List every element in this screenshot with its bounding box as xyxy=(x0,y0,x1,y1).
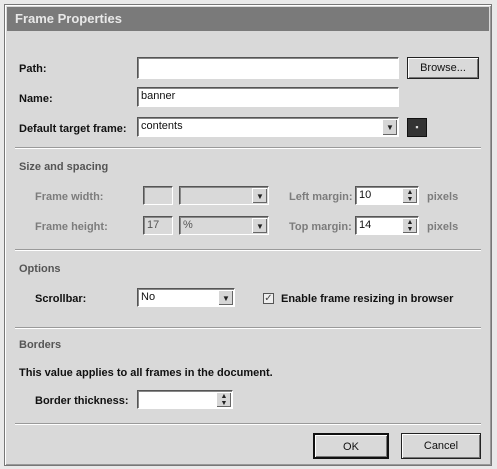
frame-width-input[interactable] xyxy=(143,186,173,205)
top-margin-label: Top margin: xyxy=(289,221,352,233)
spinner-icon[interactable]: ▲ ▼ xyxy=(402,218,417,233)
top-margin-input[interactable]: 14 ▲ ▼ xyxy=(355,216,419,235)
chevron-down-icon[interactable]: ▼ xyxy=(252,218,267,233)
browse-button[interactable]: Browse... xyxy=(407,57,479,79)
separator xyxy=(15,147,481,149)
left-margin-input[interactable]: 10 ▲ ▼ xyxy=(355,186,419,205)
spinner-icon[interactable]: ▲ ▼ xyxy=(402,188,417,203)
spinner-icon[interactable]: ▲ ▼ xyxy=(216,392,231,407)
target-select[interactable]: contents ▼ xyxy=(137,117,399,137)
scrollbar-select[interactable]: No ▼ xyxy=(137,288,235,307)
frame-height-label: Frame height: xyxy=(35,221,108,233)
separator xyxy=(15,327,481,329)
options-heading: Options xyxy=(19,263,61,275)
cancel-button[interactable]: Cancel xyxy=(401,433,481,459)
target-label: Default target frame: xyxy=(19,123,127,135)
name-input[interactable]: banner xyxy=(137,87,399,107)
target-browse-icon[interactable]: ▪ xyxy=(407,118,427,137)
top-margin-value: 14 xyxy=(359,219,372,231)
resize-checkbox[interactable]: ✓ xyxy=(263,293,274,304)
chevron-down-icon[interactable]: ▼ xyxy=(252,188,267,203)
size-spacing-heading: Size and spacing xyxy=(19,161,109,173)
frame-height-unit-value: % xyxy=(183,219,193,231)
border-thickness-input[interactable]: ▲ ▼ xyxy=(137,390,233,409)
path-label: Path: xyxy=(19,63,47,75)
dialog-title: Frame Properties xyxy=(7,7,489,31)
separator xyxy=(15,249,481,251)
left-margin-label: Left margin: xyxy=(289,191,353,203)
name-label: Name: xyxy=(19,93,53,105)
separator xyxy=(15,423,481,425)
scrollbar-value: No xyxy=(141,291,156,303)
frame-width-label: Frame width: xyxy=(35,191,104,203)
chevron-down-icon[interactable]: ▼ xyxy=(218,290,233,305)
path-input[interactable] xyxy=(137,57,399,79)
frame-height-input[interactable]: 17 xyxy=(143,216,173,235)
borders-heading: Borders xyxy=(19,339,62,351)
ok-button[interactable]: OK xyxy=(313,433,389,459)
frame-properties-dialog: Frame Properties Path: Browse... Name: b… xyxy=(4,4,492,466)
chevron-down-icon[interactable]: ▼ xyxy=(382,119,397,135)
left-margin-unit: pixels xyxy=(427,191,459,203)
scrollbar-label: Scrollbar: xyxy=(35,293,87,305)
top-margin-unit: pixels xyxy=(427,221,459,233)
target-value: contents xyxy=(141,120,183,132)
borders-note: This value applies to all frames in the … xyxy=(19,367,273,379)
resize-label: Enable frame resizing in browser xyxy=(281,293,454,305)
frame-height-unit-select[interactable]: % ▼ xyxy=(179,216,269,235)
left-margin-value: 10 xyxy=(359,189,372,201)
frame-width-unit-select[interactable]: ▼ xyxy=(179,186,269,205)
border-thickness-label: Border thickness: xyxy=(35,395,129,407)
